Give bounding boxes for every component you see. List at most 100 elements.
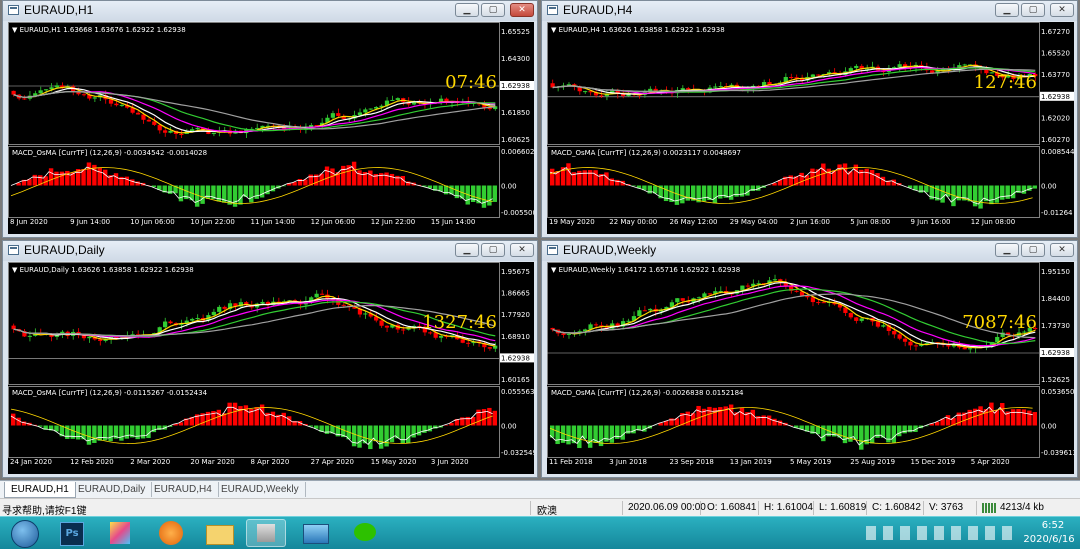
close-button[interactable]: ✕	[510, 243, 534, 257]
candle-body	[626, 321, 630, 322]
chart-window-icon	[547, 5, 558, 15]
macd-histogram-bar	[610, 178, 614, 185]
macd-label: MACD_OsMA [CurrTF] (12,26,9) -0.0026838 …	[551, 389, 744, 397]
status-bar: 寻求帮助,请按F1键 欧澳 2020.06.09 00:00 O: 1.6084…	[0, 498, 1080, 517]
date-axis-label: 20 Mar 2020	[190, 458, 234, 466]
chart-window-weekly[interactable]: EURAUD,Weekly ▁ ▢ ✕ ▼ EURAUD,Weekly 1.64…	[541, 240, 1078, 478]
macd-histogram-bar	[577, 171, 581, 186]
window-titlebar[interactable]: EURAUD,H4 ▁ ▢ ✕	[542, 1, 1077, 21]
macd-histogram-bar	[550, 169, 554, 186]
macd-histogram-bar	[772, 419, 776, 426]
tab-euraud-h4[interactable]: EURAUD,H4	[148, 482, 219, 497]
date-axis-label: 26 May 12:00	[670, 218, 718, 226]
candle-body	[363, 313, 367, 314]
moving-average-line	[553, 69, 1036, 91]
date-axis-label: 12 Jun 22:00	[371, 218, 415, 226]
maximize-button[interactable]: ▢	[1021, 243, 1045, 257]
macd-histogram-bar	[401, 426, 405, 444]
candle-body	[369, 109, 373, 110]
macd-histogram-bar	[859, 426, 863, 450]
chart-area[interactable]: ▼ EURAUD,H1 1.63668 1.63676 1.62922 1.62…	[8, 22, 534, 234]
candle-body	[401, 329, 405, 330]
chart-window-h1[interactable]: EURAUD,H1 ▁ ▢ ✕ ▼ EURAUD,H1 1.63668 1.63…	[2, 0, 538, 238]
date-axis-label: 2 Jun 16:00	[790, 218, 830, 226]
candle-body	[789, 77, 793, 78]
macd-histogram-bar	[135, 426, 139, 440]
close-button[interactable]: ✕	[1050, 243, 1074, 257]
candle-body	[331, 113, 335, 118]
macd-histogram-bar	[886, 426, 890, 443]
candle-body	[336, 113, 340, 116]
file-explorer-icon[interactable]	[200, 519, 240, 547]
close-button[interactable]: ✕	[1050, 3, 1074, 17]
chart-area[interactable]: ▼ EURAUD,H4 1.63626 1.63858 1.62922 1.62…	[547, 22, 1074, 234]
photoshop-icon[interactable]: Ps	[52, 519, 92, 547]
candle-body	[152, 121, 156, 124]
candle-body	[28, 336, 32, 337]
price-label: 1.62938	[1041, 349, 1070, 357]
photo-viewer-icon[interactable]	[296, 519, 336, 547]
candle-body	[190, 319, 194, 321]
minimize-button[interactable]: ▁	[995, 243, 1019, 257]
date-axis-label: 11 Jun 14:00	[251, 218, 295, 226]
macd-histogram-bar	[620, 426, 624, 440]
paint-icon[interactable]	[102, 519, 142, 547]
tray-icons[interactable]	[866, 526, 1016, 540]
close-button[interactable]: ✕	[510, 3, 534, 17]
macd-label: MACD_OsMA [CurrTF] (12,26,9) -0.0034542 …	[12, 149, 207, 157]
maximize-button[interactable]: ▢	[481, 243, 505, 257]
window-titlebar[interactable]: EURAUD,Weekly ▁ ▢ ✕	[542, 241, 1077, 261]
macd-histogram-bar	[870, 170, 874, 185]
date-axis-label: 19 May 2020	[549, 218, 595, 226]
candle-body	[567, 334, 571, 335]
chart-area[interactable]: ▼ EURAUD,Weekly 1.64172 1.65716 1.62922 …	[547, 262, 1074, 474]
candle-body	[708, 293, 712, 294]
macd-histogram-bar	[892, 426, 896, 443]
chart-window-h4[interactable]: EURAUD,H4 ▁ ▢ ✕ ▼ EURAUD,H4 1.63626 1.63…	[541, 0, 1078, 238]
candle-body	[795, 291, 799, 292]
minimize-button[interactable]: ▁	[455, 3, 479, 17]
macd-histogram-bar	[1005, 186, 1009, 199]
chart-area[interactable]: ▼ EURAUD,Daily 1.63626 1.63858 1.62922 1…	[8, 262, 534, 474]
candle-body	[681, 88, 685, 90]
maximize-button[interactable]: ▢	[481, 3, 505, 17]
minimize-button[interactable]: ▁	[995, 3, 1019, 17]
macd-histogram-bar	[707, 407, 711, 426]
macd-histogram-bar	[265, 186, 269, 195]
macd-histogram-bar	[103, 170, 107, 186]
candle-body	[114, 104, 118, 106]
macd-histogram-bar	[583, 170, 587, 185]
candle-body	[594, 324, 598, 325]
candle-body	[561, 333, 565, 335]
macd-histogram-bar	[325, 426, 329, 434]
start-orb-icon[interactable]	[4, 519, 44, 547]
media-player-icon[interactable]	[152, 519, 192, 547]
tab-euraud-h1[interactable]: EURAUD,H1	[4, 482, 76, 498]
price-label: 1.52625	[1041, 376, 1070, 384]
macd-histogram-bar	[108, 426, 112, 442]
minimize-button[interactable]: ▁	[455, 243, 479, 257]
tab-euraud-weekly[interactable]: EURAUD,Weekly	[215, 482, 306, 497]
window-titlebar[interactable]: EURAUD,Daily ▁ ▢ ✕	[3, 241, 537, 261]
candle-body	[320, 294, 324, 295]
macd-histogram-bar	[238, 186, 242, 205]
macd-level-label: 0.0536509	[1041, 388, 1074, 396]
macd-level-label: -0.005500	[501, 209, 534, 217]
macd-histogram-bar	[482, 186, 486, 208]
macd-histogram-bar	[33, 175, 37, 186]
window-title: EURAUD,H4	[563, 3, 632, 17]
macd-histogram-bar	[493, 186, 497, 202]
macd-histogram-bar	[995, 186, 999, 203]
window-titlebar[interactable]: EURAUD,H1 ▁ ▢ ✕	[3, 1, 537, 21]
chart-window-daily[interactable]: EURAUD,Daily ▁ ▢ ✕ ▼ EURAUD,Daily 1.6362…	[2, 240, 538, 478]
maximize-button[interactable]: ▢	[1021, 3, 1045, 17]
candle-body	[881, 325, 885, 326]
macd-histogram-bar	[740, 186, 744, 197]
date-axis-label: 5 May 2019	[790, 458, 831, 466]
wechat-icon[interactable]	[346, 519, 386, 547]
macd-histogram-bar	[767, 416, 771, 426]
macd-histogram-bar	[249, 186, 253, 203]
metatrader-icon[interactable]	[246, 519, 286, 547]
candle-timer: 7087:46	[962, 312, 1037, 333]
tab-euraud-daily[interactable]: EURAUD,Daily	[72, 482, 152, 497]
